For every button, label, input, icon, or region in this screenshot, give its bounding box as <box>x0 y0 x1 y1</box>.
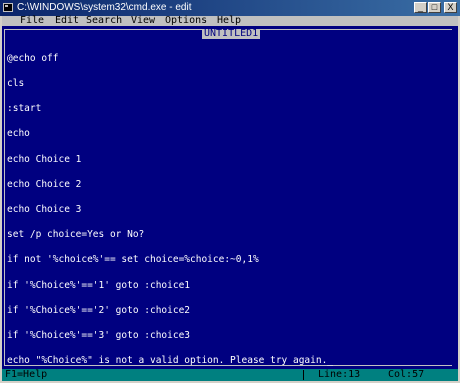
code-line: echo Choice 2 <box>7 178 82 190</box>
window-title: C:\WINDOWS\system32\cmd.exe - edit <box>17 2 192 13</box>
help-hint[interactable]: F1=Help <box>5 369 47 381</box>
maximize-button[interactable]: □ <box>428 2 441 13</box>
code-line: @echo off <box>7 52 59 64</box>
column-indicator: Col:57 <box>388 369 425 380</box>
code-line: set /p choice=Yes or No? <box>7 229 145 241</box>
menu-file[interactable]: File <box>20 16 44 26</box>
console-area: File Edit Search View Options Help UNTIT… <box>2 16 458 381</box>
menu-bar: File Edit Search View Options Help <box>2 16 458 26</box>
close-button[interactable]: X <box>444 2 457 13</box>
menu-edit[interactable]: Edit <box>55 16 79 26</box>
menu-options[interactable]: Options <box>165 16 207 26</box>
status-divider <box>303 370 304 380</box>
code-line-current: echo "%Choice%" is not a valid option. P… <box>7 355 334 367</box>
editor-pane[interactable]: UNTITLED1 @echo off cls :start echo echo… <box>2 26 458 369</box>
line-indicator: Line:13 <box>318 369 361 380</box>
cmd-icon <box>3 3 13 12</box>
title-bar[interactable]: C:\WINDOWS\system32\cmd.exe - edit _ □ X <box>0 0 460 16</box>
code-line: :start <box>7 103 42 115</box>
code-line: echo Choice 3 <box>7 204 82 216</box>
menu-help[interactable]: Help <box>217 16 241 26</box>
code-line: if not '%choice%'== set choice=%choice:~… <box>7 254 259 266</box>
code-line: cls <box>7 78 25 90</box>
vertical-scrollbar[interactable] <box>452 29 458 366</box>
status-bar: F1=Help Line:13 Col:57 <box>2 369 458 381</box>
code-line: echo <box>7 128 30 140</box>
menu-search[interactable]: Search <box>86 16 122 26</box>
minimize-button[interactable]: _ <box>414 2 427 13</box>
code-line: if '%Choice%'=='1' goto :choice1 <box>7 279 191 291</box>
code-line-text: echo "%Choice%" is not a valid option. P… <box>7 355 328 367</box>
code-line: if '%Choice%'=='3' goto :choice3 <box>7 330 191 342</box>
code-text[interactable]: @echo off cls :start echo echo Choice 1 … <box>7 38 333 382</box>
code-line: if '%Choice%'=='2' goto :choice2 <box>7 304 191 316</box>
text-cursor: _ <box>327 355 334 367</box>
code-line: echo Choice 1 <box>7 153 82 165</box>
console-window: C:\WINDOWS\system32\cmd.exe - edit _ □ X… <box>0 0 460 383</box>
menu-view[interactable]: View <box>131 16 155 26</box>
